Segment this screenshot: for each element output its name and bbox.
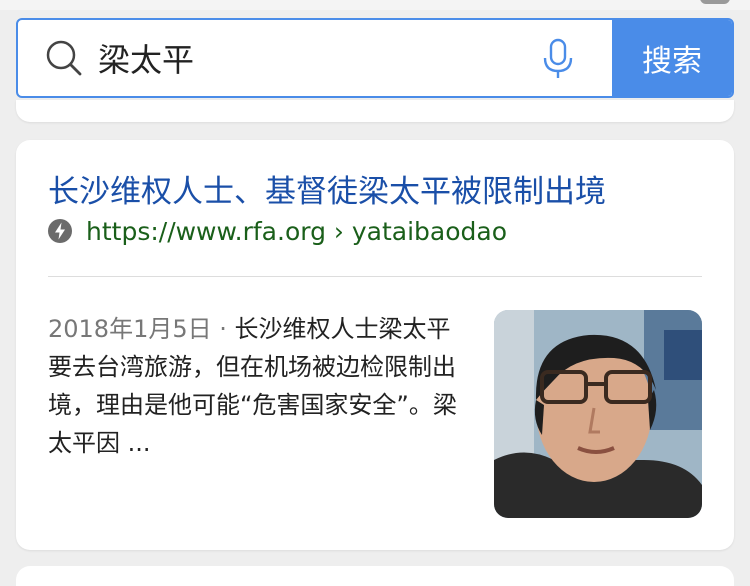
previous-view-edge (0, 0, 750, 10)
result-snippet: 2018年1月5日 · 长沙维权人士梁太平要去台湾旅游，但在机场被边检限制出境，… (48, 310, 468, 462)
result-card: 长沙维权人士、基督徒梁太平被限制出境 https://www.rfa.org ›… (16, 140, 734, 550)
previous-result-card (16, 100, 734, 122)
result-title-link[interactable]: 长沙维权人士、基督徒梁太平被限制出境 (48, 166, 606, 211)
search-button[interactable]: 搜索 (612, 20, 732, 96)
microphone-icon[interactable] (540, 38, 576, 80)
search-input[interactable] (98, 34, 518, 82)
amp-lightning-icon (48, 219, 72, 243)
top-right-icon (700, 0, 730, 4)
result-url: https://www.rfa.org › yataibaodao (86, 216, 507, 246)
date-separator: · (211, 315, 235, 343)
divider (48, 276, 702, 277)
person-photo (494, 310, 702, 518)
search-bar: 搜索 (16, 18, 734, 98)
result-url-row[interactable]: https://www.rfa.org › yataibaodao (48, 216, 507, 246)
result-date: 2018年1月5日 (48, 315, 212, 343)
next-result-card (16, 566, 734, 586)
result-thumbnail[interactable] (494, 310, 702, 518)
search-icon (46, 40, 82, 76)
